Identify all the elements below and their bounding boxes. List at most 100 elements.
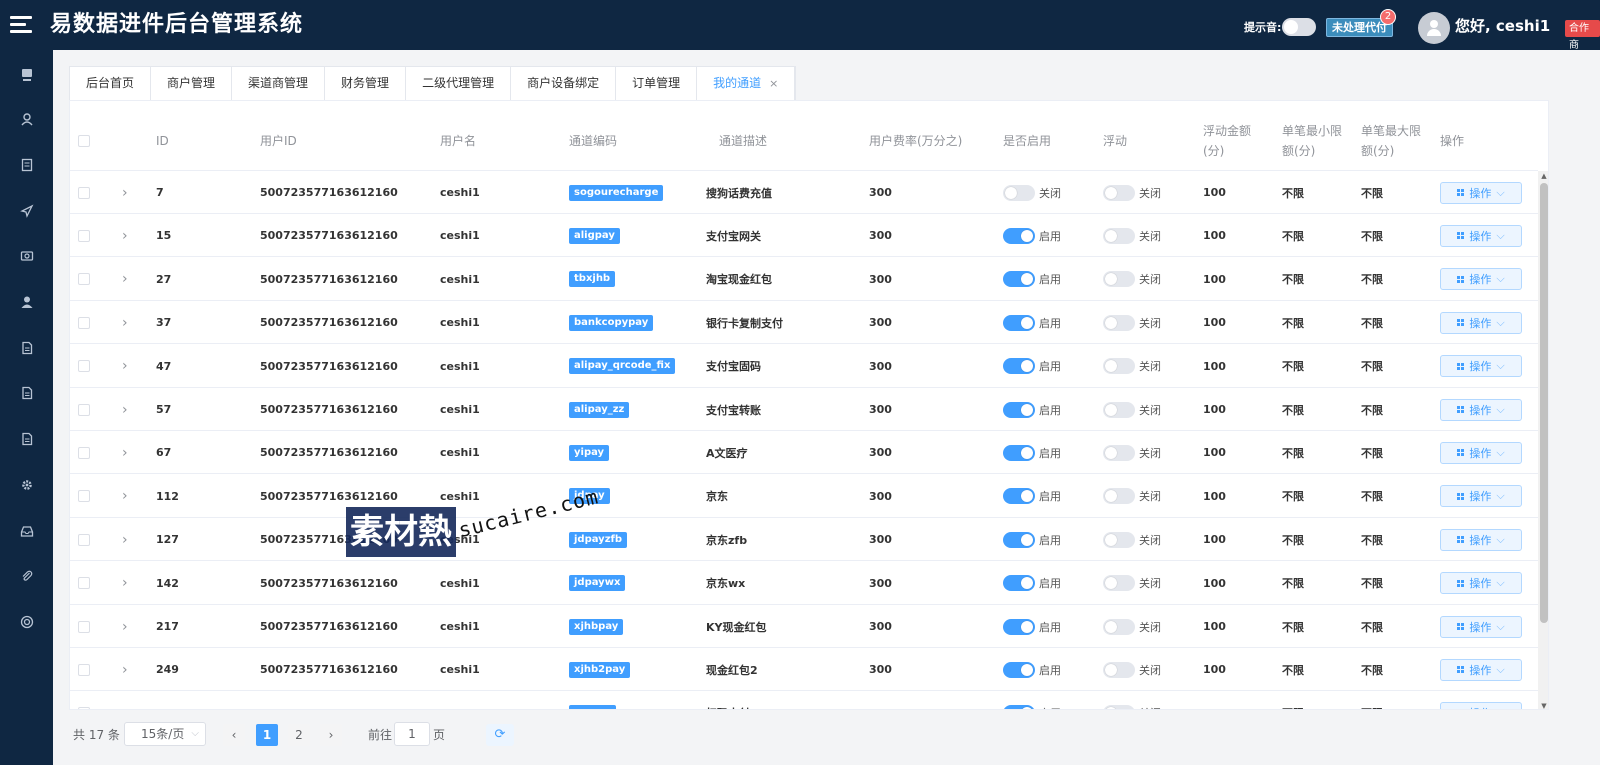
float-switch[interactable] <box>1103 705 1135 709</box>
menu-toggle-icon[interactable] <box>10 16 32 34</box>
file-icon[interactable] <box>13 425 41 453</box>
float-switch[interactable] <box>1103 314 1135 331</box>
row-actions-dropdown[interactable]: 操作⌵ <box>1440 224 1522 247</box>
float-switch[interactable] <box>1103 401 1135 418</box>
row-checkbox[interactable] <box>78 490 90 503</box>
row-actions-dropdown[interactable]: 操作⌵ <box>1440 268 1522 291</box>
monitor-icon[interactable] <box>13 61 41 89</box>
float-switch[interactable] <box>1103 444 1135 461</box>
page-button-2[interactable]: 2 <box>288 724 310 746</box>
enabled-switch[interactable] <box>1003 271 1035 288</box>
row-expand-icon[interactable]: › <box>122 605 128 648</box>
row-actions-dropdown[interactable]: 操作⌵ <box>1440 181 1522 204</box>
float-switch[interactable] <box>1103 227 1135 244</box>
row-checkbox[interactable] <box>78 360 90 373</box>
col-max-limit[interactable]: 单笔最大限额(分) <box>1361 111 1423 171</box>
row-checkbox[interactable] <box>78 620 90 633</box>
row-actions-dropdown[interactable]: 操作⌵ <box>1440 485 1522 508</box>
float-switch[interactable] <box>1103 271 1135 288</box>
tab-finance[interactable]: 财务管理 <box>325 67 407 100</box>
row-checkbox[interactable] <box>78 316 90 329</box>
row-checkbox[interactable] <box>78 273 90 286</box>
col-channel-desc[interactable]: 通道描述 <box>719 111 767 171</box>
gear-icon[interactable] <box>13 471 41 499</box>
row-checkbox[interactable] <box>78 446 90 459</box>
col-min-limit[interactable]: 单笔最小限额(分) <box>1282 111 1344 171</box>
enabled-switch[interactable] <box>1003 618 1035 635</box>
enabled-switch[interactable] <box>1003 444 1035 461</box>
tab-device-binding[interactable]: 商户设备绑定 <box>511 67 617 100</box>
send-icon[interactable] <box>13 197 41 225</box>
prev-page-button[interactable]: ‹ <box>223 724 245 746</box>
avatar[interactable] <box>1418 12 1450 44</box>
row-actions-dropdown[interactable]: 操作⌵ <box>1440 528 1522 551</box>
table-scrollbar[interactable]: ▲ ▼ <box>1538 171 1548 709</box>
row-expand-icon[interactable]: › <box>122 301 128 344</box>
row-checkbox[interactable] <box>78 707 90 709</box>
next-page-button[interactable]: › <box>320 724 342 746</box>
float-switch[interactable] <box>1103 358 1135 375</box>
enabled-switch[interactable] <box>1003 401 1035 418</box>
row-expand-icon[interactable]: › <box>122 562 128 605</box>
goto-page-input[interactable]: 1 <box>394 722 430 746</box>
enabled-switch[interactable] <box>1003 488 1035 505</box>
row-expand-icon[interactable]: › <box>122 431 128 474</box>
row-actions-dropdown[interactable]: 操作⌵ <box>1440 441 1522 464</box>
col-rate[interactable]: 用户费率(万分之) <box>869 111 962 171</box>
tab-sub-agent[interactable]: 二级代理管理 <box>406 67 512 100</box>
enabled-switch[interactable] <box>1003 661 1035 678</box>
paperclip-icon[interactable] <box>13 562 41 590</box>
row-expand-icon[interactable]: › <box>122 345 128 388</box>
float-switch[interactable] <box>1103 575 1135 592</box>
scrollbar-thumb[interactable] <box>1540 183 1548 623</box>
inbox-icon[interactable] <box>13 517 41 545</box>
row-checkbox[interactable] <box>78 403 90 416</box>
col-user-id[interactable]: 用户ID <box>260 111 297 171</box>
float-switch[interactable] <box>1103 531 1135 548</box>
row-expand-icon[interactable]: › <box>122 692 128 709</box>
row-expand-icon[interactable]: › <box>122 648 128 691</box>
tab-close-icon[interactable]: × <box>769 77 778 90</box>
page-button-1[interactable]: 1 <box>256 724 278 746</box>
col-float[interactable]: 浮动 <box>1103 111 1127 171</box>
user-greeting[interactable]: 您好, ceshi1 <box>1455 16 1550 36</box>
tab-orders[interactable]: 订单管理 <box>616 67 698 100</box>
enabled-switch[interactable] <box>1003 184 1035 201</box>
float-switch[interactable] <box>1103 488 1135 505</box>
tab-home[interactable]: 后台首页 <box>70 67 152 100</box>
sound-toggle[interactable] <box>1282 18 1316 36</box>
float-switch[interactable] <box>1103 184 1135 201</box>
enabled-switch[interactable] <box>1003 358 1035 375</box>
user-icon[interactable] <box>13 105 41 133</box>
row-checkbox[interactable] <box>78 533 90 546</box>
document-icon[interactable] <box>13 151 41 179</box>
row-actions-dropdown[interactable]: 操作⌵ <box>1440 355 1522 378</box>
enabled-switch[interactable] <box>1003 227 1035 244</box>
person-icon[interactable] <box>13 288 41 316</box>
row-actions-dropdown[interactable]: 操作⌵ <box>1440 398 1522 421</box>
file-icon[interactable] <box>13 334 41 362</box>
enabled-switch[interactable] <box>1003 705 1035 709</box>
col-channel-code[interactable]: 通道编码 <box>569 111 617 171</box>
page-size-select[interactable]: 15条/页 ⌵ <box>124 722 206 746</box>
row-expand-icon[interactable]: › <box>122 214 128 257</box>
lifebuoy-icon[interactable] <box>13 608 41 636</box>
row-checkbox[interactable] <box>78 186 90 199</box>
enabled-switch[interactable] <box>1003 314 1035 331</box>
row-checkbox[interactable] <box>78 663 90 676</box>
row-expand-icon[interactable]: › <box>122 171 128 214</box>
col-float-amount[interactable]: 浮动金额(分) <box>1203 111 1259 171</box>
row-actions-dropdown[interactable]: 操作⌵ <box>1440 311 1522 334</box>
tab-merchant[interactable]: 商户管理 <box>151 67 233 100</box>
row-expand-icon[interactable]: › <box>122 518 128 561</box>
file-icon[interactable] <box>13 379 41 407</box>
row-expand-icon[interactable]: › <box>122 475 128 518</box>
col-id[interactable]: ID <box>156 111 169 171</box>
row-actions-dropdown[interactable]: 操作⌵ <box>1440 658 1522 681</box>
float-switch[interactable] <box>1103 618 1135 635</box>
row-actions-dropdown[interactable]: 操作⌵ <box>1440 702 1522 709</box>
row-expand-icon[interactable]: › <box>122 388 128 431</box>
camera-icon[interactable] <box>13 242 41 270</box>
select-all-checkbox[interactable] <box>78 135 90 147</box>
enabled-switch[interactable] <box>1003 531 1035 548</box>
